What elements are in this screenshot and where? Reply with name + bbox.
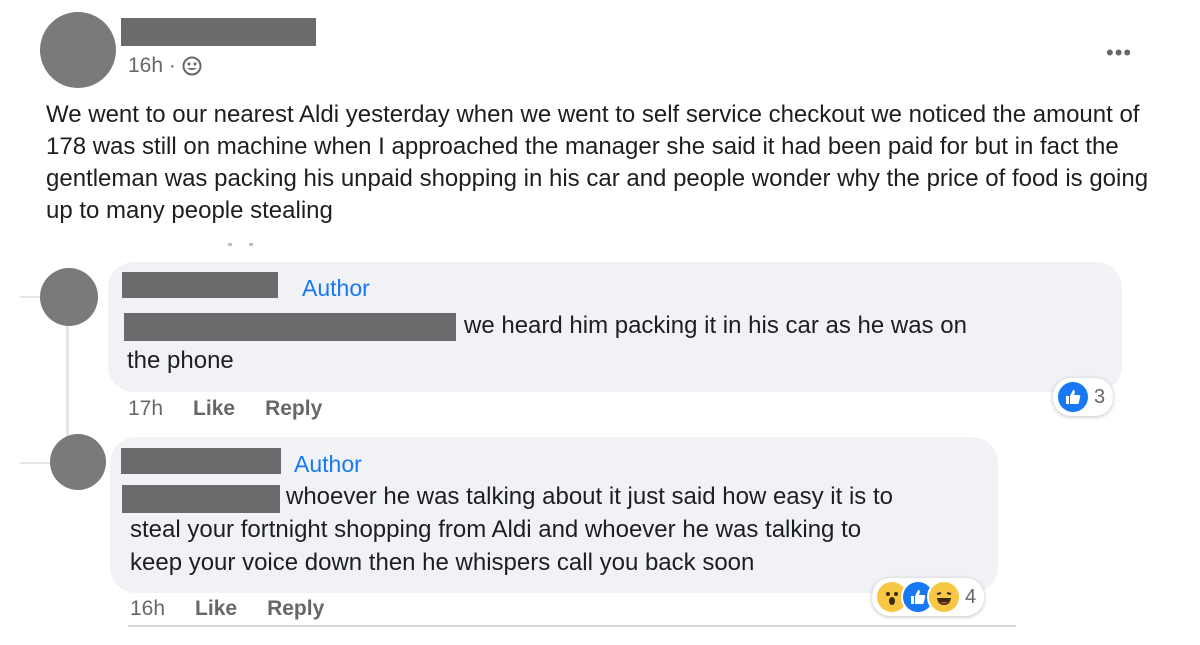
comment-timestamp[interactable]: 16h <box>130 597 165 621</box>
post-meta: 16h · <box>128 54 202 78</box>
reaction-summary[interactable]: 4 <box>872 578 985 616</box>
thread-line <box>20 462 50 464</box>
reaction-count: 4 <box>965 585 977 608</box>
divider-dashes <box>249 243 253 246</box>
comment-text: we heard him packing it in his car as he… <box>464 312 967 339</box>
friends-globe-icon <box>182 56 202 76</box>
post-author-name-redacted <box>121 18 316 46</box>
comment-avatar[interactable] <box>50 434 106 490</box>
post-text: We went to our nearest Aldi yesterday wh… <box>46 101 1149 224</box>
haha-icon <box>927 580 961 614</box>
thread-line <box>66 325 69 445</box>
mention-redacted <box>124 313 456 341</box>
author-badge: Author <box>302 275 370 301</box>
comment-timestamp[interactable]: 17h <box>128 397 163 421</box>
reply-button[interactable]: Reply <box>267 597 324 621</box>
comment-text: whoever he was talking about it just sai… <box>286 483 893 510</box>
comment-actions: 16h Like Reply <box>130 597 324 621</box>
more-options-button[interactable]: ••• <box>1106 40 1132 66</box>
mention-redacted <box>122 485 280 513</box>
reaction-count: 3 <box>1094 385 1106 408</box>
divider <box>128 625 1016 627</box>
like-button[interactable]: Like <box>195 597 237 621</box>
comment-actions: 17h Like Reply <box>128 397 322 421</box>
author-badge: Author <box>294 451 362 477</box>
comment-text: steal your fortnight shopping from Aldi … <box>130 516 862 543</box>
comment-text: keep your voice down then he whispers ca… <box>130 549 755 576</box>
post-author-avatar[interactable] <box>40 12 116 88</box>
like-icon <box>1056 380 1090 414</box>
post-timestamp[interactable]: 16h · <box>128 54 176 78</box>
comment-text: the phone <box>127 347 234 374</box>
like-button[interactable]: Like <box>193 397 235 421</box>
reply-button[interactable]: Reply <box>265 397 322 421</box>
divider-dashes <box>228 243 232 246</box>
comment-avatar[interactable] <box>40 268 98 326</box>
reaction-summary[interactable]: 3 <box>1053 378 1114 416</box>
commenter-name-redacted <box>122 272 278 298</box>
commenter-name-redacted <box>121 448 281 474</box>
